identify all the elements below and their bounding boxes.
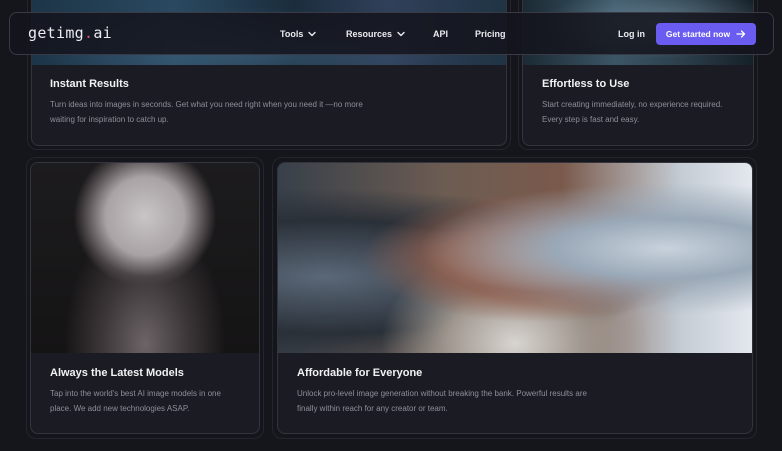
logo[interactable]: getimg.ai: [28, 24, 112, 42]
card-description: Tap into the world's best AI image model…: [50, 389, 221, 413]
nav-label: Pricing: [475, 29, 506, 39]
logo-tld: ai: [93, 24, 113, 42]
chevron-down-icon: [397, 31, 405, 37]
card-image: [31, 163, 259, 353]
nav-resources[interactable]: Resources: [346, 29, 406, 39]
nav-tools[interactable]: Tools: [280, 29, 317, 39]
chevron-down-icon: [308, 31, 317, 37]
button-label: Get started now: [665, 29, 731, 39]
top-navbar: getimg.ai Tools Resources API Pricing Lo…: [9, 12, 774, 55]
card-description: Unlock pro-level image generation withou…: [297, 389, 587, 413]
card-title: Instant Results: [50, 78, 129, 90]
nav-api[interactable]: API: [433, 29, 448, 39]
nav-pricing[interactable]: Pricing: [475, 29, 506, 39]
card-title: Affordable for Everyone: [297, 367, 423, 379]
logo-dot: .: [84, 24, 94, 42]
card-title: Effortless to Use: [542, 78, 630, 90]
arrow-right-icon: [736, 30, 746, 38]
feature-card-latest-models: Always the Latest Models Tap into the wo…: [30, 162, 260, 434]
card-image: [278, 163, 752, 353]
nav-label: Tools: [280, 29, 304, 39]
card-title: Always the Latest Models: [50, 367, 184, 379]
card-description: Start creating immediately, no experienc…: [542, 100, 723, 124]
feature-card-affordable: Affordable for Everyone Unlock pro-level…: [277, 162, 753, 434]
get-started-button[interactable]: Get started now: [656, 23, 756, 45]
nav-label: API: [433, 29, 449, 39]
card-description: Turn ideas into images in seconds. Get w…: [50, 100, 363, 124]
logo-text: getimg: [28, 24, 84, 42]
login-link[interactable]: Log in: [618, 29, 645, 39]
nav-label: Resources: [346, 29, 393, 39]
